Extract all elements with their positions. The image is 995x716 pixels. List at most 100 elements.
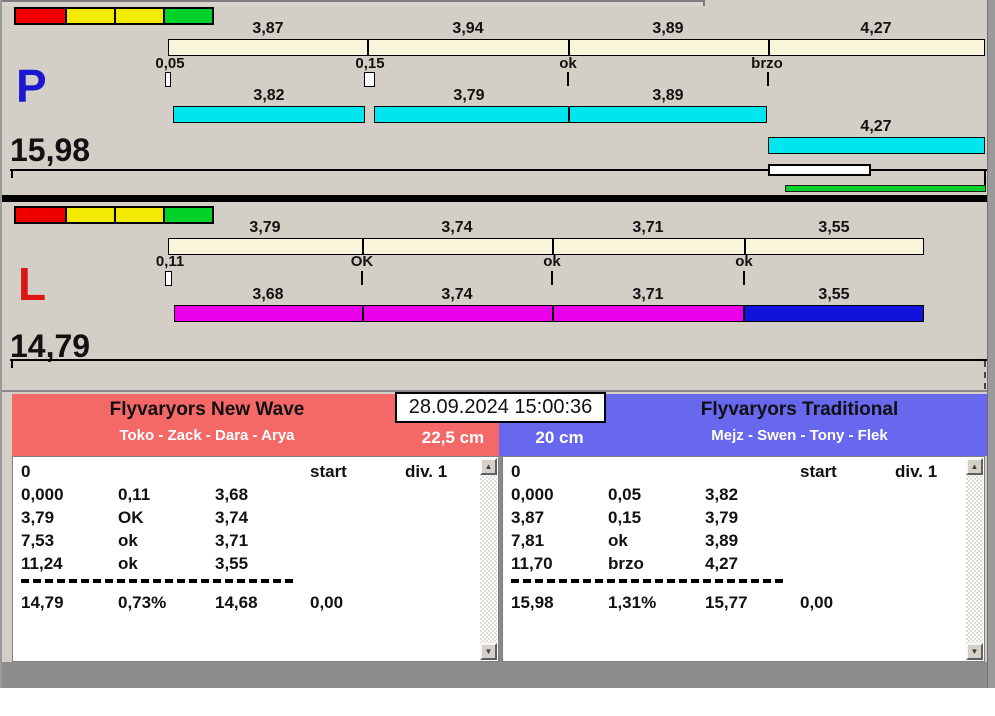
bottom-frame-strip: [2, 662, 995, 688]
cell-checkpoint: 0,05: [608, 485, 642, 504]
cell-distance: 7,53: [21, 531, 55, 550]
results-table-traditional: 0 start div. 1 0,000 0,05 3,82 3,87 0,15…: [502, 456, 985, 662]
cell-distance: 0,000: [21, 485, 64, 504]
plan-stride-label: 3,89: [652, 20, 684, 37]
cell-distance: 11,24: [21, 554, 63, 573]
cell-checkpoint: brzo: [608, 554, 644, 573]
cell-start: start: [800, 462, 837, 481]
legend-red-block: [16, 9, 65, 23]
status-color-legend: [14, 206, 214, 224]
legend-yellow-block: [114, 208, 163, 222]
table-row: 11,24 ok 3,55: [13, 553, 478, 575]
cell-checkpoint: OK: [118, 508, 144, 527]
cell-stride: 3,82: [705, 485, 739, 504]
team-title: Flyvaryors New Wave: [109, 399, 305, 420]
cell-distance: 0,000: [511, 485, 554, 504]
plan-stride-label: 3,94: [452, 20, 484, 37]
checkpoint-tick: [361, 271, 363, 285]
board-distance-badge: 22,5 cm: [421, 428, 485, 447]
result-green-bar: [785, 185, 986, 192]
cell-stride: 3,79: [705, 508, 739, 527]
table-row: 7,81 ok 3,89: [503, 530, 964, 552]
plan-stride-bar: [168, 39, 985, 56]
checkpoint-label: ok: [735, 253, 753, 270]
bar-divider: [367, 39, 369, 56]
results-table-new-wave: 0 start div. 1 0,000 0,11 3,68 3,79 OK 3…: [12, 456, 499, 662]
cell-division: div. 1: [405, 462, 448, 481]
app-window: 3,87 3,94 3,89 4,27 0,05 0,15 ok brzo 3,…: [0, 0, 995, 716]
checkpoint-offset-box: [165, 72, 171, 87]
checkpoint-label: ok: [559, 55, 577, 72]
checkpoint-label: brzo: [751, 55, 783, 72]
checkpoint-tick: [551, 271, 553, 285]
table-scrollbar[interactable]: ▲ ▼: [480, 458, 497, 660]
panel-total-distance: 15,98: [10, 132, 91, 168]
scroll-down-button[interactable]: ▼: [966, 643, 983, 660]
totals-row: 15,98 1,31% 15,77 0,00: [503, 592, 964, 614]
table-row: 0 start div. 1: [13, 461, 478, 483]
cell-total: 14,79: [21, 593, 64, 612]
table-scrollbar[interactable]: ▲ ▼: [966, 458, 983, 660]
status-color-legend: [14, 7, 214, 25]
scroll-down-icon: ▼: [970, 646, 979, 656]
cell-percent: 1,31%: [608, 593, 657, 612]
checkpoint-label: 0,15: [355, 55, 385, 72]
cell-stride: 3,74: [215, 508, 249, 527]
cell-net: 14,68: [215, 593, 258, 612]
team-title: Flyvaryors Traditional: [700, 399, 899, 420]
cell-checkpoint: 0,11: [118, 485, 151, 504]
legend-green-block: [163, 208, 212, 222]
plan-stride-label: 3,79: [249, 219, 281, 236]
table-row: 7,53 ok 3,71: [13, 530, 478, 552]
checkpoint-tick: [743, 271, 745, 285]
bar-divider: [768, 39, 770, 56]
bar-divider: [568, 106, 570, 123]
scroll-down-button[interactable]: ▼: [480, 643, 497, 660]
actual-stride-bar: [173, 106, 365, 123]
cell-distance: 3,87: [511, 508, 545, 527]
scroll-up-button[interactable]: ▲: [966, 458, 983, 475]
scroll-up-button[interactable]: ▲: [480, 458, 497, 475]
legend-green-block: [163, 9, 212, 23]
cell-start: start: [310, 462, 347, 481]
legend-red-block: [16, 208, 65, 222]
baseline-start-tick: [11, 171, 13, 178]
main-window: 3,87 3,94 3,89 4,27 0,05 0,15 ok brzo 3,…: [0, 0, 995, 688]
cell-distance: 0: [21, 462, 31, 481]
legend-yellow-block: [65, 9, 114, 23]
actual-stride-label: 3,74: [441, 286, 473, 303]
cell-stride: 3,68: [215, 485, 249, 504]
right-frame-edge: [987, 0, 995, 688]
checkpoint-offset-box: [165, 271, 172, 286]
actual-stride-bar: [374, 106, 767, 123]
cell-distance: 11,70: [511, 554, 553, 573]
actual-stride-bar-last: [744, 305, 924, 322]
actual-stride-bar: [174, 305, 744, 322]
cell-percent: 0,73%: [118, 593, 167, 612]
baseline: [10, 359, 987, 361]
plan-stride-label: 3,74: [441, 219, 473, 236]
scroll-up-icon: ▲: [484, 461, 493, 471]
totals-separator: [511, 579, 783, 583]
checkpoint-label: 0,11: [155, 253, 185, 270]
cell-division: div. 1: [895, 462, 938, 481]
totals-separator: [21, 579, 293, 583]
actual-stride-bar-last: [768, 137, 985, 154]
cell-stride: 3,71: [215, 531, 249, 550]
table-row: 0,000 0,11 3,68: [13, 484, 478, 506]
checkpoint-tick: [767, 72, 769, 86]
checkpoint-label: ok: [543, 253, 561, 270]
checkpoint-label: OK: [350, 253, 374, 270]
cell-net: 15,77: [705, 593, 748, 612]
takeoff-zone-box: [768, 164, 871, 176]
bar-divider: [362, 305, 364, 322]
cell-checkpoint: 0,15: [608, 508, 642, 527]
panel-total-distance: 14,79: [10, 328, 91, 364]
actual-stride-label: 3,71: [632, 286, 664, 303]
table-row: 0,000 0,05 3,82: [503, 484, 964, 506]
actual-stride-label: 3,68: [252, 286, 284, 303]
panel-letter-l: L: [18, 258, 47, 310]
bar-divider: [568, 39, 570, 56]
bar-divider: [552, 305, 554, 322]
table-row: 11,70 brzo 4,27: [503, 553, 964, 575]
